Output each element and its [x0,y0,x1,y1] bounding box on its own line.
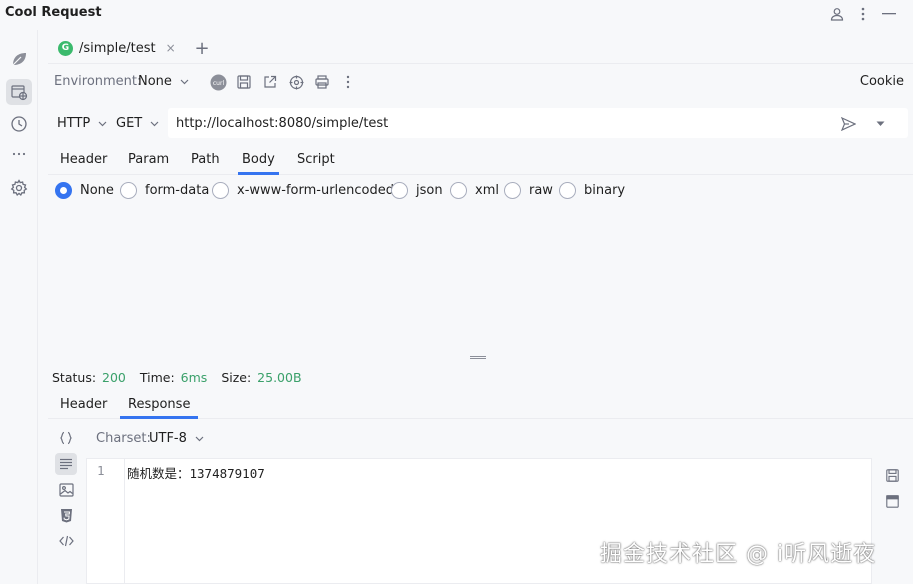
add-tab-icon[interactable]: + [192,38,212,59]
radio-label: form-data [145,183,210,198]
response-status-line: Status: 200 Time: 6ms Size: 25.00B [52,370,312,385]
code-brackets-icon[interactable] [55,530,77,552]
export-icon[interactable] [260,72,280,92]
cookie-button[interactable]: Cookie [860,74,904,89]
radio-label: x-www-form-urlencoded [237,183,395,198]
save-icon[interactable] [234,72,254,92]
image-icon[interactable] [55,479,77,501]
radio-label: None [80,183,114,198]
body-type-options: None form-data x-www-form-urlencoded jso… [48,180,913,204]
environment-select[interactable]: None [138,74,189,89]
environment-label: Environment: [54,74,142,89]
charset-value: UTF-8 [149,431,187,446]
radio-icon [559,182,576,199]
request-browser-icon[interactable] [6,79,32,105]
request-tab-bar: G /simple/test × + [48,33,913,64]
left-tool-strip [0,30,38,584]
charset-label: Charset: [96,431,151,446]
radio-icon [450,182,467,199]
tab-response-header[interactable]: Header [60,393,107,419]
curl-icon[interactable]: curl [208,72,228,92]
radio-icon [391,182,408,199]
tab-response-body[interactable]: Response [120,393,199,419]
radio-icon [504,182,521,199]
body-type-urlencoded-radio[interactable]: x-www-form-urlencoded [212,182,394,199]
body-type-xml-radio[interactable]: xml [450,182,499,199]
radio-icon [120,182,137,199]
more-horizontal-icon[interactable] [6,141,32,167]
time-label: Time: [139,370,175,385]
leaf-icon[interactable] [6,46,32,72]
line-number: 1 [97,463,105,478]
body-type-json-radio[interactable]: json [391,182,443,199]
radio-icon [212,182,229,199]
status-code: 200 [102,370,126,385]
http-method-select[interactable]: GET [116,116,159,131]
radio-label: json [416,183,443,198]
panel-layout-icon[interactable] [882,491,902,511]
more-vertical-icon[interactable] [338,72,358,92]
send-icon[interactable] [838,114,858,134]
response-toolbar: Charset: UTF-8 [48,425,913,453]
body-type-none-radio[interactable]: None [55,182,114,199]
url-row: HTTP GET [48,106,913,140]
watermark: 掘金技术社区 @ i听风逝夜 [600,542,877,567]
url-input[interactable] [168,108,908,138]
request-section-tabs: Header Param Path Body Script [48,147,913,175]
environment-toolbar: Environment: None curl Cookie [48,64,913,100]
protocol-select[interactable]: HTTP [57,116,107,131]
body-type-raw-radio[interactable]: raw [504,182,553,199]
response-time: 6ms [180,370,208,385]
method-badge: G [58,40,73,56]
print-icon[interactable] [312,72,332,92]
panel-splitter-handle[interactable] [470,355,486,361]
svg-text:curl: curl [212,80,224,87]
line-number-gutter: 1 [87,459,125,584]
response-size: 25.00B [257,370,302,385]
title-bar: Cool Request [0,0,913,30]
radio-label: raw [529,183,553,198]
radio-selected-icon [55,182,72,199]
history-clock-icon[interactable] [6,111,32,137]
user-icon[interactable] [827,4,847,24]
chevron-down-icon [150,121,159,127]
tab-path[interactable]: Path [191,147,220,175]
save-response-icon[interactable] [882,465,902,485]
minimize-icon[interactable] [879,4,899,24]
tab-param[interactable]: Param [128,147,169,175]
text-lines-icon[interactable] [55,453,77,475]
tab-script[interactable]: Script [297,147,335,175]
settings-gear-icon[interactable] [6,175,32,201]
response-section-tabs: Header Response [48,393,913,419]
http-method-value: GET [116,116,143,131]
size-label: Size: [221,370,252,385]
html5-icon[interactable] [55,504,77,526]
request-tab[interactable]: G /simple/test × [48,33,186,63]
response-body-text: 随机数是：1374879107 [127,466,265,481]
more-vertical-icon[interactable] [853,4,873,24]
chevron-down-icon [98,121,107,127]
locate-target-icon[interactable] [286,72,306,92]
status-label: Status: [52,370,97,385]
send-options-dropdown-icon[interactable] [870,114,890,134]
charset-select[interactable]: UTF-8 [149,431,204,446]
chevron-down-icon [195,436,204,442]
tab-header[interactable]: Header [60,147,107,175]
app-title: Cool Request [5,5,102,20]
protocol-value: HTTP [57,116,91,131]
json-braces-icon[interactable] [55,427,77,449]
body-type-form-data-radio[interactable]: form-data [120,182,209,199]
body-type-binary-radio[interactable]: binary [559,182,625,199]
tab-body[interactable]: Body [238,147,279,175]
tab-close-icon[interactable]: × [166,41,176,55]
radio-label: binary [584,183,626,198]
environment-value: None [138,74,172,89]
chevron-down-icon [180,79,189,85]
radio-label: xml [475,183,499,198]
request-tab-label: /simple/test [79,40,156,56]
